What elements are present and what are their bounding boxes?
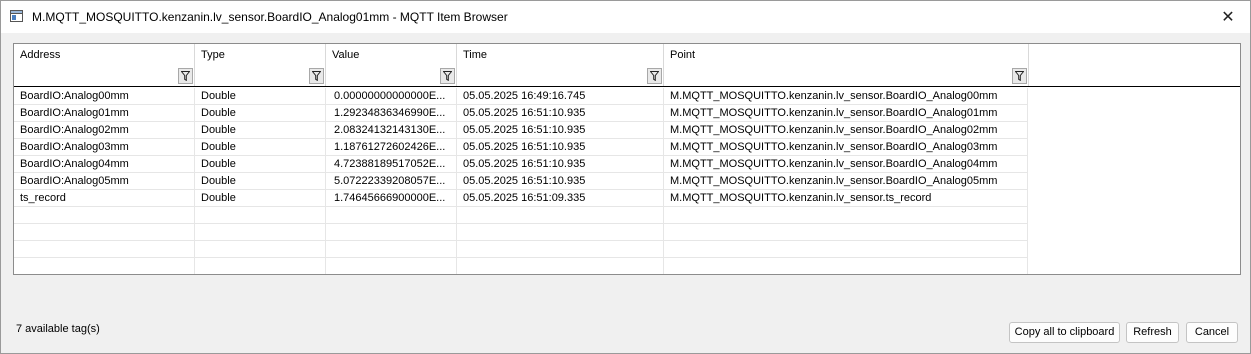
window-app-icon bbox=[10, 10, 23, 22]
filter-button-point[interactable] bbox=[1012, 68, 1027, 84]
empty-cell bbox=[457, 224, 664, 240]
filter-icon bbox=[312, 71, 321, 81]
column-label-time: Time bbox=[463, 49, 488, 61]
table-row[interactable]: BoardIO:Analog02mm Double 2.083241321431… bbox=[14, 122, 1028, 139]
cell-time: 05.05.2025 16:51:10.935 bbox=[457, 105, 664, 121]
empty-cell bbox=[457, 258, 664, 274]
cell-point: M.MQTT_MOSQUITTO.kenzanin.lv_sensor.Boar… bbox=[664, 88, 1028, 104]
cell-value: 1.29234836346990E... bbox=[326, 105, 457, 121]
empty-cell bbox=[195, 207, 326, 223]
empty-cell bbox=[664, 258, 1028, 274]
column-label-type: Type bbox=[201, 49, 225, 61]
cell-type: Double bbox=[195, 122, 326, 138]
empty-cell bbox=[457, 207, 664, 223]
empty-cell bbox=[326, 207, 457, 223]
cell-type: Double bbox=[195, 190, 326, 206]
header-divider bbox=[14, 86, 1240, 87]
cell-value: 5.07222339208057E... bbox=[326, 173, 457, 189]
cell-time: 05.05.2025 16:51:10.935 bbox=[457, 156, 664, 172]
table-row[interactable]: ts_record Double 1.74645666900000E... 05… bbox=[14, 190, 1028, 207]
empty-cell bbox=[195, 241, 326, 257]
cell-value: 1.74645666900000E... bbox=[326, 190, 457, 206]
cell-address: BoardIO:Analog02mm bbox=[14, 122, 195, 138]
empty-row bbox=[14, 224, 1028, 241]
empty-cell bbox=[664, 224, 1028, 240]
cell-point: M.MQTT_MOSQUITTO.kenzanin.lv_sensor.Boar… bbox=[664, 139, 1028, 155]
cell-value: 1.18761272602426E... bbox=[326, 139, 457, 155]
empty-cell bbox=[326, 241, 457, 257]
mqtt-item-browser-window: M.MQTT_MOSQUITTO.kenzanin.lv_sensor.Boar… bbox=[0, 0, 1251, 354]
filter-icon bbox=[181, 71, 190, 81]
filter-button-value[interactable] bbox=[440, 68, 455, 84]
close-button[interactable]: ✕ bbox=[1206, 1, 1250, 33]
filter-button-type[interactable] bbox=[309, 68, 324, 84]
filter-icon bbox=[1015, 71, 1024, 81]
empty-row bbox=[14, 207, 1028, 224]
available-tags-count: 7 available tag(s) bbox=[16, 323, 100, 335]
copy-all-to-clipboard-button[interactable]: Copy all to clipboard bbox=[1009, 322, 1120, 343]
item-table[interactable]: Address Type Value Time Point BoardIO:An… bbox=[13, 43, 1241, 275]
cell-point: M.MQTT_MOSQUITTO.kenzanin.lv_sensor.Boar… bbox=[664, 122, 1028, 138]
title-bar[interactable]: M.MQTT_MOSQUITTO.kenzanin.lv_sensor.Boar… bbox=[1, 1, 1250, 33]
table-row[interactable]: BoardIO:Analog00mm Double 0.000000000000… bbox=[14, 88, 1028, 105]
column-header-time[interactable]: Time bbox=[457, 44, 664, 86]
cell-type: Double bbox=[195, 156, 326, 172]
cell-value: 2.08324132143130E... bbox=[326, 122, 457, 138]
cell-value: 4.72388189517052E... bbox=[326, 156, 457, 172]
filter-icon bbox=[650, 71, 659, 81]
empty-cell bbox=[14, 224, 195, 240]
cell-point: M.MQTT_MOSQUITTO.kenzanin.lv_sensor.Boar… bbox=[664, 156, 1028, 172]
cell-address: BoardIO:Analog01mm bbox=[14, 105, 195, 121]
table-row[interactable]: BoardIO:Analog03mm Double 1.187612726024… bbox=[14, 139, 1028, 156]
empty-row bbox=[14, 258, 1028, 274]
cell-address: ts_record bbox=[14, 190, 195, 206]
filter-icon bbox=[443, 71, 452, 81]
empty-cell bbox=[326, 258, 457, 274]
empty-row bbox=[14, 241, 1028, 258]
cell-point: M.MQTT_MOSQUITTO.kenzanin.lv_sensor.Boar… bbox=[664, 105, 1028, 121]
cell-value: 0.00000000000000E... bbox=[326, 88, 457, 104]
cell-type: Double bbox=[195, 105, 326, 121]
cell-time: 05.05.2025 16:51:10.935 bbox=[457, 139, 664, 155]
table-row[interactable]: BoardIO:Analog04mm Double 4.723881895170… bbox=[14, 156, 1028, 173]
table-row[interactable]: BoardIO:Analog01mm Double 1.292348363469… bbox=[14, 105, 1028, 122]
empty-cell bbox=[664, 241, 1028, 257]
refresh-button[interactable]: Refresh bbox=[1126, 322, 1179, 343]
empty-cell bbox=[14, 258, 195, 274]
empty-cell bbox=[664, 207, 1028, 223]
filter-button-address[interactable] bbox=[178, 68, 193, 84]
empty-cell bbox=[326, 224, 457, 240]
cell-time: 05.05.2025 16:51:10.935 bbox=[457, 173, 664, 189]
filter-button-time[interactable] bbox=[647, 68, 662, 84]
window-title: M.MQTT_MOSQUITTO.kenzanin.lv_sensor.Boar… bbox=[32, 10, 508, 24]
empty-cell bbox=[195, 224, 326, 240]
column-header-address[interactable]: Address bbox=[14, 44, 195, 86]
empty-cell bbox=[457, 241, 664, 257]
cell-type: Double bbox=[195, 139, 326, 155]
close-icon: ✕ bbox=[1221, 9, 1235, 26]
cell-point: M.MQTT_MOSQUITTO.kenzanin.lv_sensor.Boar… bbox=[664, 173, 1028, 189]
column-header-type[interactable]: Type bbox=[195, 44, 326, 86]
cell-time: 05.05.2025 16:51:10.935 bbox=[457, 122, 664, 138]
empty-cell bbox=[195, 258, 326, 274]
column-label-point: Point bbox=[670, 49, 696, 61]
cancel-button[interactable]: Cancel bbox=[1186, 322, 1238, 343]
empty-cell bbox=[14, 241, 195, 257]
cell-address: BoardIO:Analog03mm bbox=[14, 139, 195, 155]
cell-type: Double bbox=[195, 88, 326, 104]
column-label-value: Value bbox=[332, 49, 360, 61]
cell-time: 05.05.2025 16:51:09.335 bbox=[457, 190, 664, 206]
empty-cell bbox=[14, 207, 195, 223]
column-header-value[interactable]: Value bbox=[326, 44, 457, 86]
cell-type: Double bbox=[195, 173, 326, 189]
column-label-address: Address bbox=[20, 49, 61, 61]
cell-address: BoardIO:Analog00mm bbox=[14, 88, 195, 104]
cell-point: M.MQTT_MOSQUITTO.kenzanin.lv_sensor.ts_r… bbox=[664, 190, 1028, 206]
table-row[interactable]: BoardIO:Analog05mm Double 5.072223392080… bbox=[14, 173, 1028, 190]
cell-time: 05.05.2025 16:49:16.745 bbox=[457, 88, 664, 104]
cell-address: BoardIO:Analog05mm bbox=[14, 173, 195, 189]
column-header-point[interactable]: Point bbox=[664, 44, 1029, 86]
cell-address: BoardIO:Analog04mm bbox=[14, 156, 195, 172]
